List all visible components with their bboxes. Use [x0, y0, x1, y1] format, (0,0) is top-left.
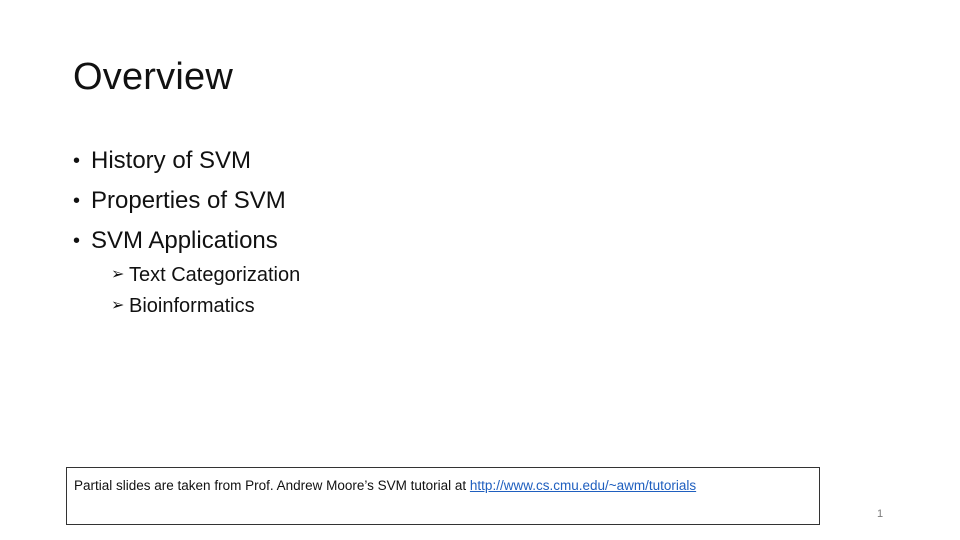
- bullet-label: Properties of SVM: [91, 187, 286, 214]
- sub-bullet-label: Text Categorization: [129, 264, 301, 286]
- footnote-box: Partial slides are taken from Prof. Andr…: [66, 467, 820, 525]
- arrow-bullet-icon: ➢: [111, 266, 125, 283]
- footnote-text: Partial slides are taken from Prof. Andr…: [74, 478, 470, 493]
- bullet-item: • SVM Applications: [73, 226, 286, 266]
- bullet-dot-icon: •: [73, 230, 81, 252]
- bullet-list: • History of SVM • Properties of SVM • S…: [73, 146, 286, 266]
- bullet-label: History of SVM: [91, 147, 252, 174]
- bullet-dot-icon: •: [73, 150, 81, 172]
- slide: Overview • History of SVM • Properties o…: [0, 0, 960, 540]
- sub-bullet-list: ➢ Text Categorization ➢ Bioinformatics: [111, 262, 300, 324]
- sub-bullet-item: ➢ Text Categorization: [111, 262, 300, 293]
- page-number: 1: [877, 508, 884, 520]
- sub-bullet-label: Bioinformatics: [129, 295, 255, 317]
- tutorial-link[interactable]: http://www.cs.cmu.edu/~awm/tutorials: [470, 478, 696, 493]
- bullet-dot-icon: •: [73, 190, 81, 212]
- bullet-label: SVM Applications: [91, 227, 278, 254]
- bullet-item: • Properties of SVM: [73, 186, 286, 226]
- sub-bullet-item: ➢ Bioinformatics: [111, 293, 300, 324]
- slide-title: Overview: [73, 56, 233, 98]
- bullet-item: • History of SVM: [73, 146, 286, 186]
- arrow-bullet-icon: ➢: [111, 297, 125, 314]
